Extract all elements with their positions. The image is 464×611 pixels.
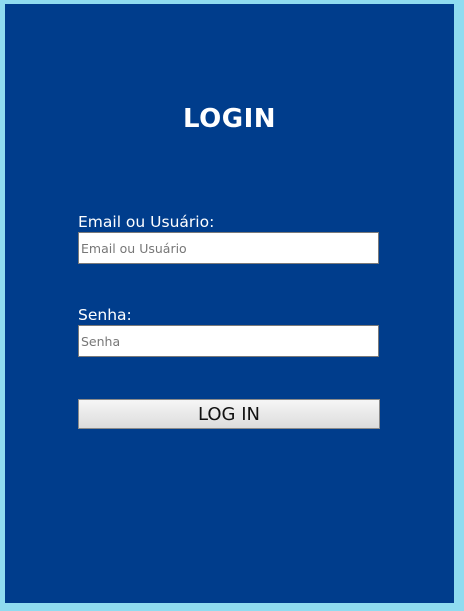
password-label: Senha: (78, 306, 132, 324)
email-field[interactable] (78, 232, 379, 264)
password-field[interactable] (78, 325, 379, 357)
email-label: Email ou Usuário: (78, 213, 215, 231)
login-button[interactable]: LOG IN (78, 399, 380, 429)
page-title: LOGIN (182, 104, 277, 134)
login-panel: LOGIN Email ou Usuário: Senha: LOG IN (5, 4, 454, 603)
